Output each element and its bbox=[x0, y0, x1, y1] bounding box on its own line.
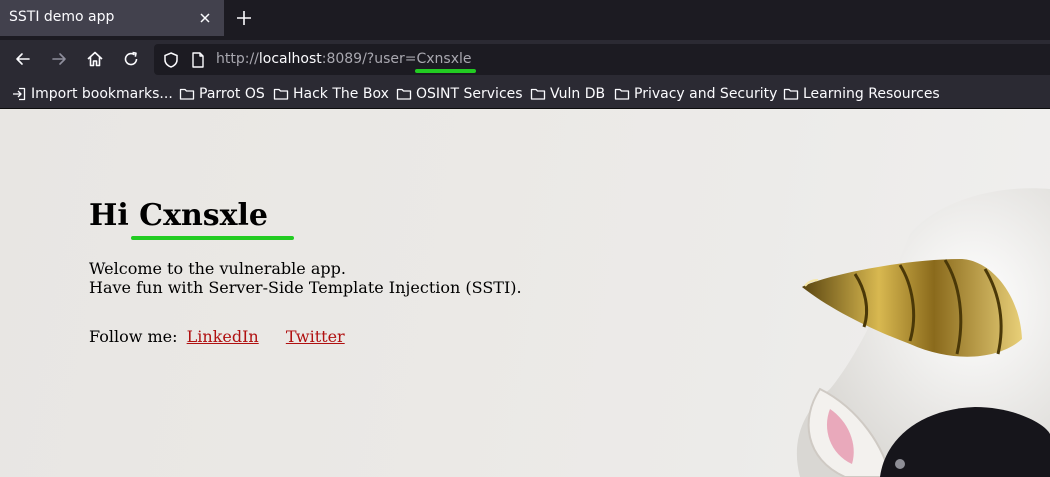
tab-strip: SSTI demo app bbox=[0, 0, 1050, 40]
bookmark-folder-parrot-os[interactable]: Parrot OS bbox=[179, 84, 265, 104]
folder-icon bbox=[179, 88, 195, 100]
bookmark-folder-learning-resources[interactable]: Learning Resources bbox=[783, 84, 940, 104]
bookmark-folder-vuln-db[interactable]: Vuln DB bbox=[530, 84, 605, 104]
folder-icon bbox=[783, 88, 799, 100]
folder-icon bbox=[396, 88, 412, 100]
greeting-heading: Hi Cxnsxle bbox=[89, 198, 269, 233]
bookmark-label: Hack The Box bbox=[293, 86, 389, 102]
bookmark-label: Parrot OS bbox=[199, 86, 265, 102]
url-scheme: http:// bbox=[216, 51, 259, 67]
follow-label: Follow me: bbox=[89, 327, 178, 346]
bookmark-label: Learning Resources bbox=[803, 86, 940, 102]
welcome-line-2: Have fun with Server-Side Template Injec… bbox=[89, 278, 522, 297]
nav-bar: http://localhost:8089/?user=Cxnsxle bbox=[0, 40, 1050, 78]
bookmark-folder-osint-services[interactable]: OSINT Services bbox=[396, 84, 523, 104]
back-arrow-icon[interactable] bbox=[12, 48, 34, 70]
home-icon[interactable] bbox=[84, 48, 106, 70]
page-icon[interactable] bbox=[189, 51, 207, 69]
url-path: :8089/?user=Cxnsxle bbox=[321, 51, 472, 67]
twitter-link[interactable]: Twitter bbox=[286, 327, 345, 346]
url-text[interactable]: http://localhost:8089/?user=Cxnsxle bbox=[216, 51, 472, 67]
welcome-text: Welcome to the vulnerable app. Have fun … bbox=[89, 259, 522, 297]
tab-title: SSTI demo app bbox=[9, 9, 115, 25]
bookmark-import[interactable]: Import bookmarks... bbox=[11, 84, 173, 104]
bookmark-label: Privacy and Security bbox=[634, 86, 778, 102]
url-host: localhost bbox=[258, 51, 322, 67]
page-content: Hi Cxnsxle Welcome to the vulnerable app… bbox=[0, 109, 1050, 477]
forward-arrow-icon[interactable] bbox=[48, 48, 70, 70]
bookmark-folder-hack-the-box[interactable]: Hack The Box bbox=[273, 84, 389, 104]
bookmark-label: Vuln DB bbox=[550, 86, 606, 102]
bookmarks-bar: Import bookmarks... Parrot OS Hack The B… bbox=[0, 78, 1050, 109]
shield-icon[interactable] bbox=[162, 51, 180, 69]
username-highlight bbox=[131, 236, 294, 240]
linkedin-link[interactable]: LinkedIn bbox=[187, 327, 259, 346]
folder-icon bbox=[530, 88, 546, 100]
welcome-line-1: Welcome to the vulnerable app. bbox=[89, 259, 346, 278]
plus-icon[interactable] bbox=[232, 6, 256, 30]
unicorn-image bbox=[796, 188, 1050, 477]
reload-icon[interactable] bbox=[120, 48, 142, 70]
url-param-highlight bbox=[415, 69, 476, 73]
folder-icon bbox=[273, 88, 289, 100]
import-icon bbox=[13, 87, 26, 101]
close-icon[interactable] bbox=[195, 8, 215, 28]
url-bar[interactable]: http://localhost:8089/?user=Cxnsxle bbox=[154, 44, 1050, 75]
folder-icon bbox=[614, 88, 630, 100]
bookmark-folder-privacy-and-security[interactable]: Privacy and Security bbox=[614, 84, 777, 104]
bookmark-label: Import bookmarks... bbox=[31, 86, 173, 102]
tab-ssti-demo[interactable]: SSTI demo app bbox=[0, 0, 224, 36]
bookmark-label: OSINT Services bbox=[416, 86, 523, 102]
follow-section: Follow me: LinkedIn Twitter bbox=[89, 327, 345, 346]
